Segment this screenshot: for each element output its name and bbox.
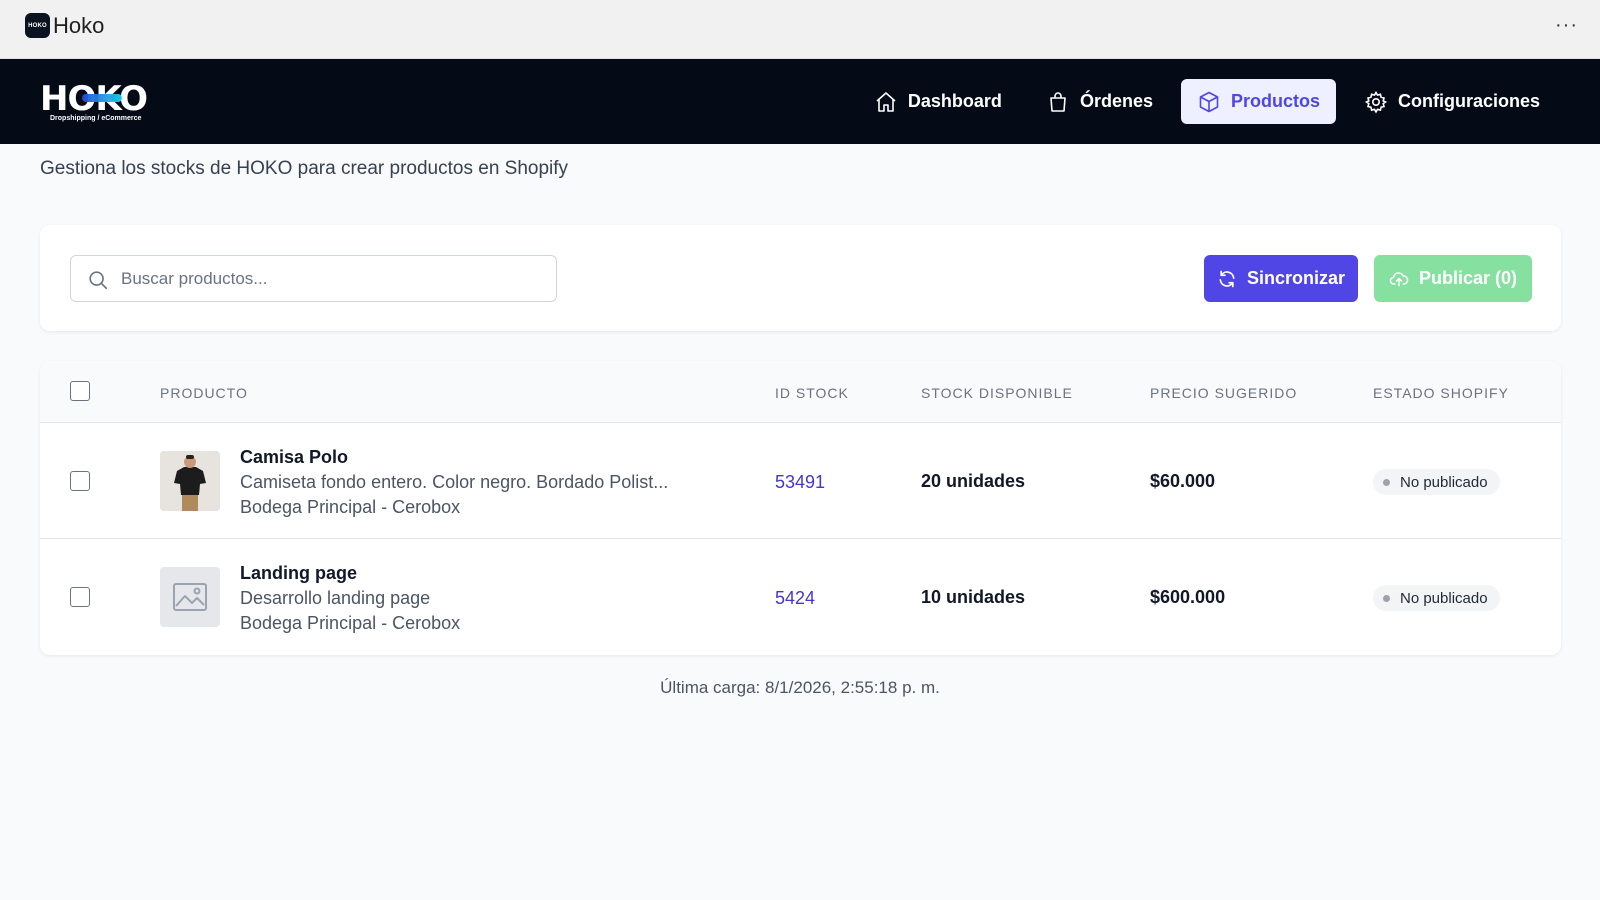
row-checkbox[interactable] [70, 471, 90, 491]
stock-available: 10 unidades [921, 587, 1026, 607]
cloud-upload-icon [1389, 271, 1409, 286]
status-dot [1383, 478, 1390, 486]
product-description: Desarrollo landing page [240, 588, 431, 608]
page-subtitle: Gestiona los stocks de HOKO para crear p… [40, 158, 569, 179]
status-badge: No publicado [1373, 469, 1500, 495]
publish-button[interactable]: Publicar (0) [1374, 255, 1532, 302]
cube-icon [1199, 91, 1219, 112]
row-checkbox[interactable] [70, 587, 90, 607]
app-title: Hoko [53, 13, 105, 38]
products-table: PRODUCTO ID STOCK STOCK DISPONIBLE PRECI… [40, 361, 1561, 655]
more-options-icon[interactable]: ··· [1555, 14, 1578, 37]
main-nav: Dashboard Órdenes Productos Configuracio… [846, 79, 1556, 124]
home-icon [876, 91, 896, 112]
header-producto[interactable]: PRODUCTO [160, 385, 248, 401]
stock-available: 20 unidades [921, 471, 1026, 491]
header-estado-shopify[interactable]: ESTADO SHOPIFY [1373, 385, 1509, 401]
product-thumbnail [160, 567, 220, 627]
table-row[interactable]: Landing page Desarrollo landing page Bod… [40, 539, 1561, 655]
status-dot [1383, 594, 1390, 602]
gear-icon [1364, 90, 1388, 114]
app-titlebar: HOKO Hoko ··· [0, 0, 1600, 59]
product-warehouse: Bodega Principal - Cerobox [240, 613, 461, 633]
last-load-timestamp: Última carga: 8/1/2026, 2:55:18 p. m. [660, 678, 940, 697]
app-icon: HOKO [25, 13, 50, 38]
nav-ordenes[interactable]: Órdenes [1030, 79, 1169, 124]
refresh-icon [1219, 270, 1235, 287]
top-navbar: HOKO Dropshipping / eCommerce Dashboard … [0, 59, 1600, 144]
toolbar-card: Sincronizar Publicar (0) [40, 225, 1561, 331]
stock-id-link[interactable]: 5424 [775, 588, 815, 609]
hoko-logo[interactable]: HOKO Dropshipping / eCommerce [40, 79, 160, 125]
product-name: Camisa Polo [240, 447, 349, 467]
status-badge: No publicado [1373, 585, 1500, 611]
product-name: Landing page [240, 563, 357, 583]
sync-button[interactable]: Sincronizar [1204, 255, 1358, 302]
table-row[interactable]: Camisa Polo Camiseta fondo entero. Color… [40, 423, 1561, 539]
header-stock-disponible[interactable]: STOCK DISPONIBLE [921, 385, 1073, 401]
logo-swoosh [82, 94, 122, 102]
search-icon [89, 271, 108, 290]
search-box[interactable] [70, 255, 557, 302]
suggested-price: $600.000 [1150, 587, 1226, 607]
header-id-stock[interactable]: ID STOCK [775, 385, 849, 401]
image-placeholder-icon [173, 583, 207, 611]
search-input[interactable] [121, 256, 541, 301]
product-description: Camiseta fondo entero. Color negro. Bord… [240, 472, 669, 492]
shirt-photo [160, 451, 220, 511]
header-precio-sugerido[interactable]: PRECIO SUGERIDO [1150, 385, 1297, 401]
nav-configuraciones[interactable]: Configuraciones [1348, 79, 1556, 124]
product-warehouse: Bodega Principal - Cerobox [240, 497, 461, 517]
nav-dashboard[interactable]: Dashboard [858, 79, 1018, 124]
table-header: PRODUCTO ID STOCK STOCK DISPONIBLE PRECI… [40, 361, 1561, 423]
nav-productos[interactable]: Productos [1180, 79, 1336, 124]
select-all-checkbox[interactable] [70, 381, 90, 401]
suggested-price: $60.000 [1150, 471, 1216, 491]
stock-id-link[interactable]: 53491 [775, 472, 825, 493]
shopping-bag-icon [1050, 91, 1066, 112]
product-thumbnail [160, 451, 220, 511]
